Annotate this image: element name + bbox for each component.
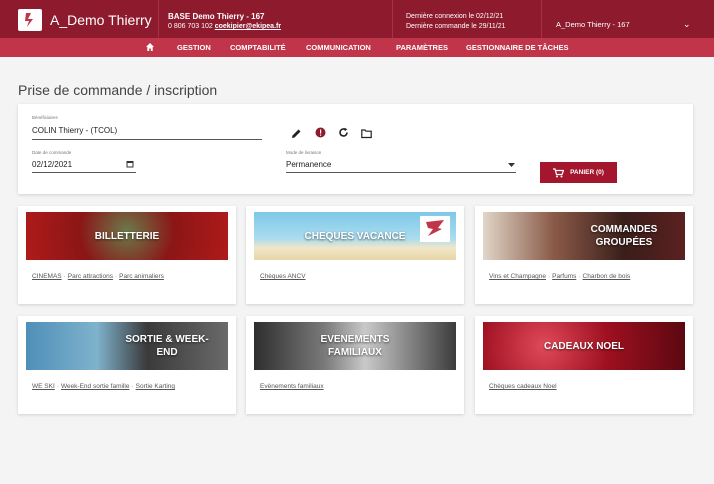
app-title: A_Demo Thierry [50,12,152,28]
category-link[interactable]: Evènements familiaux [260,383,324,390]
divider [541,0,542,38]
category-banner[interactable]: SORTIE & WEEK-END [26,322,228,370]
cart-button[interactable]: PANIER (0) [540,162,617,183]
category-link[interactable]: Chèques cadeaux Noel [489,383,557,390]
category-title: CHEQUES VACANCE [304,230,406,242]
link-separator: · [578,273,581,280]
page-title: Prise de commande / inscription [18,82,218,98]
base-name: BASE Demo Thierry - 167 [168,12,265,21]
link-separator: · [63,273,66,280]
category-card-sortie-weekend[interactable]: SORTIE & WEEK-END WE SKI · Week-End sortie… [18,316,236,414]
order-form: Bénéficiaires COLIN Thierry - (TCOL) Dat… [18,104,693,194]
cart-icon [553,167,565,177]
beneficiary-field[interactable]: COLIN Thierry - (TCOL) [32,126,117,135]
delivery-label: Mode de livraison [286,150,322,155]
category-title: BILLETTERIE [94,230,160,242]
category-link[interactable]: Sortie Karting [136,383,175,390]
link-separator: · [547,273,551,280]
category-link[interactable]: Parc animaliers [119,273,164,280]
info-icon[interactable] [315,127,326,138]
caret-down-icon[interactable] [508,163,515,167]
base-info: BASE Demo Thierry - 167 0 806 703 102 co… [168,12,281,32]
refresh-icon[interactable] [338,127,349,138]
date-underline [32,172,136,173]
category-banner[interactable]: EVENEMENTS FAMILIAUX [254,322,456,370]
category-links: Chèques cadeaux Noel [489,383,557,390]
category-link[interactable]: Chèques ANCV [260,273,306,280]
date-label: Date de commande [32,150,72,155]
last-order: Dernière commande le 29/11/21 [406,23,506,30]
category-link[interactable]: Charbon de bois [583,273,631,280]
delivery-underline [286,172,516,173]
category-banner[interactable]: COMMANDES GROUPÉES [483,212,685,260]
category-link[interactable]: Parc attractions [68,273,113,280]
category-card-cheques-vacance[interactable]: CHEQUES VACANCE Chèques ANCV [246,206,464,304]
category-links: Chèques ANCV [260,273,306,280]
folder-icon[interactable] [361,128,372,139]
chevron-down-icon[interactable]: ⌄ [683,19,691,30]
divider [392,0,393,38]
category-links: CINEMAS · Parc attractions · Parc animaliers [32,273,164,280]
category-card-evenements-familiaux[interactable]: EVENEMENTS FAMILIAUX Evènements familiau… [246,316,464,414]
link-separator: · [56,383,59,390]
beneficiary-underline [32,139,262,140]
category-card-cadeaux-noel[interactable]: CADEAUX NOEL Chèques cadeaux Noel [475,316,693,414]
delivery-select[interactable]: Permanence [286,160,331,169]
user-menu-label[interactable]: A_Demo Thierry - 167 [556,20,630,29]
nav-communication[interactable]: COMMUNICATION [306,43,371,52]
category-links: Vins et Champagne · Parfums · Charbon de boi… [489,273,630,280]
cart-label: PANIER (0) [570,169,604,176]
category-link[interactable]: CINEMAS [32,273,62,280]
base-phone: 0 806 703 102 [168,23,213,30]
link-separator: · [114,273,118,280]
category-banner[interactable]: CHEQUES VACANCE [254,212,456,260]
category-banner[interactable]: BILLETTERIE [26,212,228,260]
category-card-commandes-groupees[interactable]: COMMANDES GROUPÉES Vins et Champagne · Par… [475,206,693,304]
category-link[interactable]: Parfums [552,273,576,280]
nav-comptabilite[interactable]: COMPTABILITÉ [230,43,286,52]
category-title: CADEAUX NOEL [543,340,624,352]
nav-gestionnaire-taches[interactable]: GESTIONNAIRE DE TÂCHES [466,43,569,52]
category-title: EVENEMENTS FAMILIAUX [320,334,390,358]
main-nav: GESTION COMPTABILITÉ COMMUNICATION PARAM… [0,38,714,57]
nav-gestion[interactable]: GESTION [177,43,211,52]
divider [158,0,159,38]
category-link[interactable]: Week-End sortie famille [61,383,130,390]
category-card-billetterie[interactable]: BILLETTERIE CINEMAS · Parc attractions · Par… [18,206,236,304]
base-email-link[interactable]: coekipier@ekipea.fr [215,23,281,30]
beneficiary-label: Bénéficiaires [32,115,58,120]
category-banner[interactable]: CADEAUX NOEL [483,322,685,370]
home-icon[interactable] [145,42,155,52]
category-link[interactable]: WE SKI [32,383,55,390]
date-field[interactable]: 02/12/2021 [32,160,72,169]
category-title: COMMANDES GROUPÉES [590,224,658,248]
app-logo[interactable] [18,9,42,31]
category-links: WE SKI · Week-End sortie famille · Sortie Ka… [32,383,175,390]
link-separator: · [131,383,134,390]
category-links: Evènements familiaux [260,383,324,390]
category-title: SORTIE & WEEK-END [125,334,209,358]
logo-icon [22,11,38,29]
calendar-icon[interactable] [126,160,134,168]
last-login: Dernière connexion le 02/12/21 [406,13,504,20]
top-bar: A_Demo Thierry BASE Demo Thierry - 167 0… [0,0,714,38]
category-link[interactable]: Vins et Champagne [489,273,546,280]
nav-parametres[interactable]: PARAMÈTRES [396,43,448,52]
ancv-logo-icon [420,216,450,242]
pencil-icon[interactable] [291,128,302,139]
connection-info: Dernière connexion le 02/12/21 Dernière … [406,12,505,32]
